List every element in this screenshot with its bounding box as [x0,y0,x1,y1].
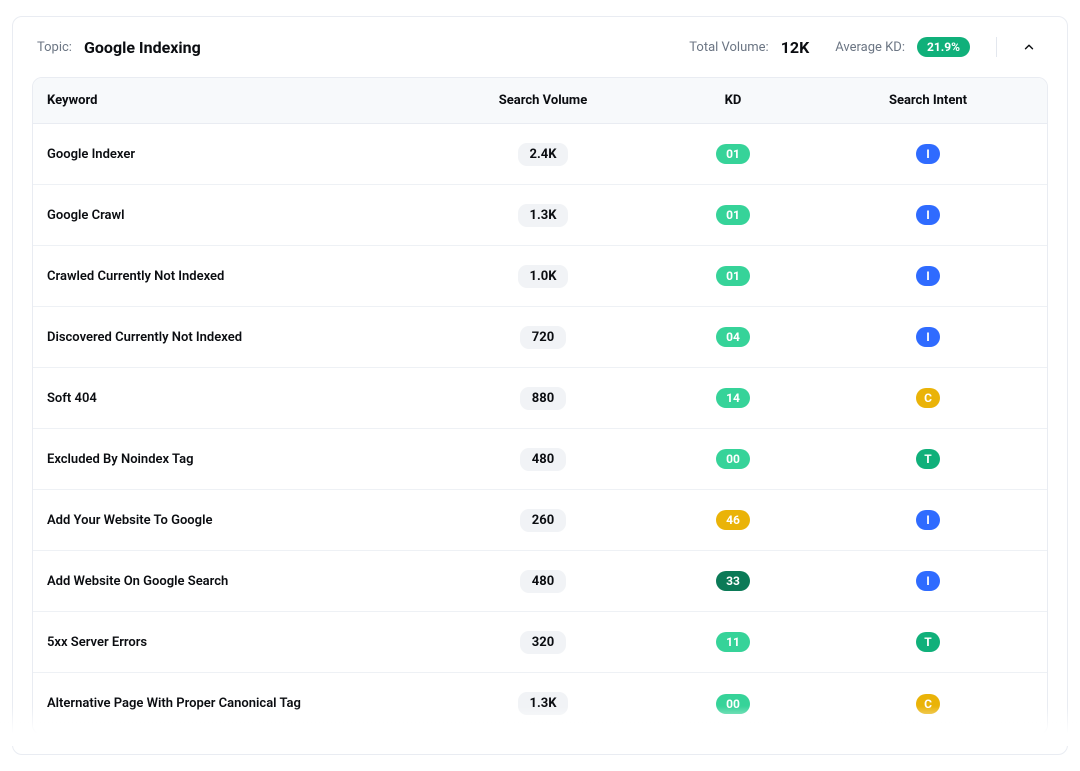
topic-value: Google Indexing [84,38,201,57]
cell-volume: 480 [443,448,643,471]
volume-pill: 720 [520,326,566,349]
col-keyword[interactable]: Keyword [47,93,443,108]
collapse-button[interactable] [1015,33,1043,61]
cell-kd: 00 [643,694,823,714]
kd-pill: 14 [716,388,750,408]
table-row[interactable]: Add Website On Google Search 480 33 I [33,551,1047,612]
intent-pill: I [916,205,940,225]
cell-intent: I [823,144,1033,164]
cell-intent: I [823,571,1033,591]
cell-volume: 1.0K [443,265,643,288]
chevron-up-icon [1022,40,1036,54]
cell-volume: 260 [443,509,643,532]
volume-pill: 1.3K [518,692,569,715]
volume-pill: 1.0K [518,265,569,288]
volume-pill: 320 [520,631,566,654]
volume-pill: 2.4K [518,143,569,166]
cell-volume: 1.3K [443,204,643,227]
table-row[interactable]: Discovered Currently Not Indexed 720 04 I [33,307,1047,368]
cell-intent: T [823,632,1033,652]
volume-pill: 480 [520,570,566,593]
kd-pill: 01 [716,266,750,286]
cell-keyword: 5xx Server Errors [47,635,443,650]
cell-intent: I [823,510,1033,530]
kd-pill: 11 [716,632,750,652]
volume-pill: 880 [520,387,566,410]
cell-volume: 880 [443,387,643,410]
intent-pill: I [916,144,940,164]
cell-kd: 01 [643,144,823,164]
table-row[interactable]: Alternative Page With Proper Canonical T… [33,673,1047,734]
cell-keyword: Google Crawl [47,208,443,223]
kd-pill: 04 [716,327,750,347]
total-volume-label: Total Volume: [689,40,768,55]
col-search-volume[interactable]: Search Volume [443,93,643,108]
cell-keyword: Add Website On Google Search [47,574,443,589]
table-row[interactable]: Google Crawl 1.3K 01 I [33,185,1047,246]
kd-pill: 00 [716,694,750,714]
cell-keyword: Google Indexer [47,147,443,162]
volume-pill: 1.3K [518,204,569,227]
cell-volume: 720 [443,326,643,349]
intent-pill: C [916,694,940,714]
cell-intent: C [823,694,1033,714]
intent-pill: T [916,449,940,469]
cell-keyword: Excluded By Noindex Tag [47,452,443,467]
cell-intent: I [823,266,1033,286]
cell-intent: I [823,205,1033,225]
table-row[interactable]: Soft 404 880 14 C [33,368,1047,429]
intent-pill: I [916,266,940,286]
table-row[interactable]: 5xx Server Errors 320 11 T [33,612,1047,673]
average-kd-badge: 21.9% [917,37,970,57]
kd-pill: 01 [716,205,750,225]
intent-pill: I [916,510,940,530]
cell-intent: T [823,449,1033,469]
cell-keyword: Alternative Page With Proper Canonical T… [47,696,443,711]
total-volume-value: 12K [781,38,810,57]
cell-kd: 46 [643,510,823,530]
cell-intent: C [823,388,1033,408]
kd-pill: 46 [716,510,750,530]
table-row[interactable]: Crawled Currently Not Indexed 1.0K 01 I [33,246,1047,307]
table-row[interactable]: Add Your Website To Google 260 46 I [33,490,1047,551]
volume-pill: 260 [520,509,566,532]
cell-kd: 01 [643,205,823,225]
topic-card: Topic: Google Indexing Total Volume: 12K… [12,16,1068,755]
kd-pill: 01 [716,144,750,164]
kd-pill: 00 [716,449,750,469]
average-kd-label: Average KD: [835,40,905,55]
table-row[interactable]: Google Indexer 2.4K 01 I [33,124,1047,185]
topic-card-header: Topic: Google Indexing Total Volume: 12K… [13,17,1067,77]
cell-kd: 01 [643,266,823,286]
header-divider [996,37,997,57]
cell-keyword: Soft 404 [47,391,443,406]
intent-pill: C [916,388,940,408]
cell-volume: 2.4K [443,143,643,166]
cell-kd: 00 [643,449,823,469]
cell-kd: 04 [643,327,823,347]
table-header-row: Keyword Search Volume KD Search Intent [33,78,1047,124]
cell-kd: 33 [643,571,823,591]
col-kd[interactable]: KD [643,93,823,108]
intent-pill: T [916,632,940,652]
cell-volume: 320 [443,631,643,654]
col-search-intent[interactable]: Search Intent [823,93,1033,108]
cell-keyword: Discovered Currently Not Indexed [47,330,443,345]
intent-pill: I [916,327,940,347]
cell-volume: 480 [443,570,643,593]
intent-pill: I [916,571,940,591]
keywords-table: Keyword Search Volume KD Search Intent G… [32,77,1048,735]
cell-keyword: Crawled Currently Not Indexed [47,269,443,284]
cell-kd: 11 [643,632,823,652]
cell-intent: I [823,327,1033,347]
volume-pill: 480 [520,448,566,471]
cell-kd: 14 [643,388,823,408]
cell-volume: 1.3K [443,692,643,715]
cell-keyword: Add Your Website To Google [47,513,443,528]
table-row[interactable]: Excluded By Noindex Tag 480 00 T [33,429,1047,490]
kd-pill: 33 [716,571,750,591]
topic-label: Topic: [37,40,72,55]
